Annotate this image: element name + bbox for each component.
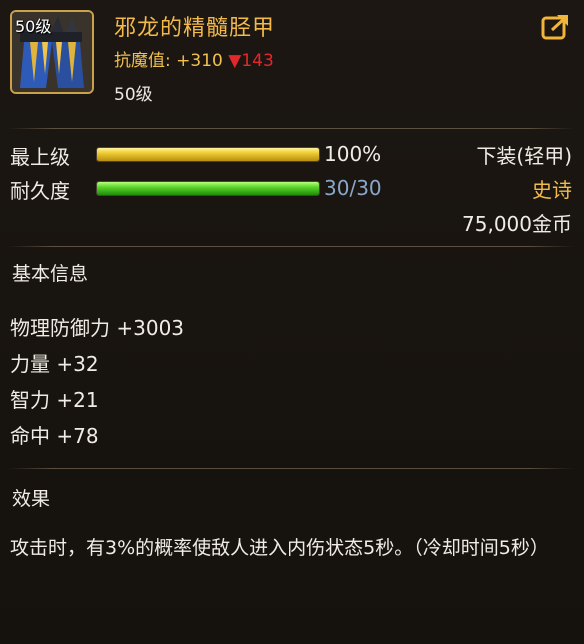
divider	[8, 246, 574, 247]
item-tooltip-panel: 50级 邪龙的精髓胫甲 抗魔值: +310 ▼143 50级 最上级 100% …	[0, 0, 584, 644]
effect-description: 攻击时，有3%的概率使敌人进入内伤状态5秒。（冷却时间5秒）	[10, 537, 549, 559]
item-icon-frame[interactable]: 50级	[10, 10, 94, 94]
equipment-slot-type: 下装(轻甲)	[476, 144, 572, 168]
upgrade-bar	[96, 147, 320, 162]
attribute-line: 物理防御力 +3003	[10, 316, 185, 340]
basic-info-title: 基本信息	[12, 263, 89, 285]
required-level: 50级	[114, 85, 153, 105]
divider	[8, 468, 574, 469]
magic-resist-decrease: ▼143	[228, 51, 274, 71]
upgrade-bar-fill	[97, 148, 319, 161]
item-name: 邪龙的精髓胫甲	[114, 16, 276, 41]
durability-bar-fill	[97, 182, 319, 195]
sell-price: 75,000金币	[462, 212, 572, 236]
durability-value: 30/30	[324, 176, 382, 200]
durability-label: 耐久度	[10, 179, 70, 203]
effect-title: 效果	[12, 488, 51, 510]
upgrade-value: 100%	[324, 142, 382, 166]
divider	[8, 128, 574, 129]
magic-resist-label: 抗魔值:	[114, 51, 171, 71]
durability-bar	[96, 181, 320, 196]
attribute-line: 命中 +78	[10, 424, 99, 448]
magic-resist-row: 抗魔值: +310 ▼143	[114, 46, 274, 71]
magic-resist-value: +310	[176, 51, 223, 71]
upgrade-label: 最上级	[10, 145, 70, 169]
rarity-label: 史诗	[532, 178, 572, 202]
item-level-badge: 50级	[15, 17, 52, 36]
attribute-line: 力量 +32	[10, 352, 99, 376]
share-icon[interactable]	[540, 12, 570, 42]
attribute-line: 智力 +21	[10, 388, 99, 412]
